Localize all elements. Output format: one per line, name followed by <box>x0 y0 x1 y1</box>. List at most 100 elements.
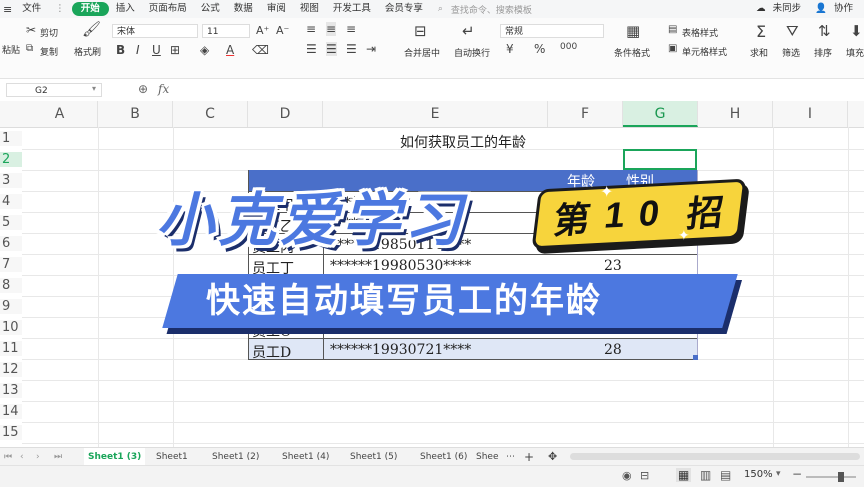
row-header-5[interactable]: 5 <box>0 215 22 230</box>
fill-handle[interactable] <box>693 355 698 360</box>
row-header-14[interactable]: 14 <box>0 404 22 419</box>
fill-button[interactable]: 填充 <box>846 46 864 59</box>
merge-center-button[interactable]: 合并居中 <box>404 46 440 59</box>
name-box[interactable]: G2 <box>6 83 102 97</box>
row-header-15[interactable]: 15 <box>0 425 22 440</box>
zoom-out-icon[interactable]: − <box>792 467 802 481</box>
sync-icon[interactable]: ☁ <box>749 0 773 18</box>
tab-sheet-more[interactable]: Shee <box>476 448 499 466</box>
merge-icon[interactable]: ⊟ <box>414 22 427 40</box>
search-icon[interactable]: ⌕ <box>438 4 443 14</box>
cell-age[interactable]: 23 <box>604 258 622 274</box>
col-header-g[interactable]: G <box>623 101 698 127</box>
horizontal-scrollbar[interactable] <box>570 453 860 460</box>
table-style-icon[interactable]: ▤ <box>668 24 677 35</box>
sync-status[interactable]: 未同步 <box>773 0 809 18</box>
paste-button[interactable]: 粘贴 <box>2 43 20 56</box>
font-shrink-button[interactable]: A⁻ <box>276 24 289 37</box>
first-sheet-icon[interactable]: ⏮ <box>4 448 12 466</box>
more-sheets-button[interactable]: ⋯ <box>506 448 515 466</box>
menu-icon[interactable]: ≡ <box>0 3 15 16</box>
cell-style-button[interactable]: 单元格样式 <box>682 45 727 58</box>
italic-button[interactable]: I <box>136 43 140 57</box>
tab-review[interactable]: 审阅 <box>260 0 293 18</box>
table-style-button[interactable]: 表格样式 <box>682 26 718 39</box>
cell-name[interactable]: 员工D <box>252 342 291 362</box>
collab-icon[interactable]: 👤 <box>808 0 834 18</box>
col-header-e[interactable]: E <box>323 101 548 127</box>
fill-color-icon[interactable]: ◈ <box>200 43 209 57</box>
tab-insert[interactable]: 插入 <box>109 0 142 18</box>
row-header-3[interactable]: 3 <box>0 173 22 188</box>
sum-button[interactable]: 求和 <box>750 46 768 59</box>
table-title[interactable]: 如何获取员工的年龄 <box>400 132 526 152</box>
copy-icon[interactable]: ⧉ <box>26 43 33 54</box>
eye-icon[interactable]: ◉ <box>622 469 632 482</box>
tab-developer[interactable]: 开发工具 <box>326 0 378 18</box>
font-color-icon[interactable]: A <box>226 43 234 57</box>
prev-sheet-icon[interactable]: ‹ <box>20 448 24 466</box>
bold-button[interactable]: B <box>116 43 125 57</box>
indent-icon[interactable]: ⇥ <box>366 42 376 56</box>
border-icon[interactable]: ⊞ <box>170 43 180 57</box>
col-header-b[interactable]: B <box>98 101 173 127</box>
col-header-f[interactable]: F <box>548 101 623 127</box>
command-search[interactable]: 查找命令、搜索模板 <box>451 3 532 16</box>
underline-button[interactable]: U <box>152 43 161 57</box>
sort-icon[interactable]: ⇅ <box>818 22 831 40</box>
tab-sheet1[interactable]: Sheet1 <box>156 448 188 466</box>
wrap-icon[interactable]: ↵ <box>462 22 475 40</box>
tab-start[interactable]: 开始 <box>71 2 109 16</box>
row-header-8[interactable]: 8 <box>0 278 22 293</box>
tab-page-layout[interactable]: 页面布局 <box>142 0 194 18</box>
col-header-a[interactable]: A <box>22 101 98 127</box>
tab-sheet1-5[interactable]: Sheet1 (5) <box>350 448 397 466</box>
font-grow-button[interactable]: A⁺ <box>256 24 269 37</box>
page-break-view-icon[interactable]: ▤ <box>720 468 731 482</box>
tab-view[interactable]: 视图 <box>293 0 326 18</box>
currency-button[interactable]: ¥ <box>506 42 514 56</box>
row-header-1[interactable]: 1 <box>0 131 22 146</box>
row-header-7[interactable]: 7 <box>0 257 22 272</box>
font-size-select[interactable]: 11 <box>202 24 250 38</box>
col-header-d[interactable]: D <box>248 101 323 127</box>
row-header-9[interactable]: 9 <box>0 299 22 314</box>
row-header-10[interactable]: 10 <box>0 320 22 335</box>
conditional-format-icon[interactable]: ▦ <box>626 22 640 40</box>
fx-icon[interactable]: fx <box>158 82 169 96</box>
sum-icon[interactable]: Σ <box>756 22 766 41</box>
row-header-11[interactable]: 11 <box>0 341 22 356</box>
col-header-c[interactable]: C <box>173 101 248 127</box>
align-middle-icon[interactable]: ≡ <box>326 22 337 36</box>
align-left-icon[interactable]: ☰ <box>306 42 317 56</box>
clear-format-icon[interactable]: ⌫ <box>252 43 269 57</box>
menu-file[interactable]: 文件 <box>15 0 48 18</box>
selected-cell-g2[interactable] <box>623 149 697 170</box>
wrap-text-button[interactable]: 自动换行 <box>454 46 490 59</box>
tab-sheet1-4[interactable]: Sheet1 (4) <box>282 448 329 466</box>
collab-button[interactable]: 协作 <box>834 0 860 18</box>
cell-age[interactable]: 28 <box>604 342 622 358</box>
row-header-2[interactable]: 2 <box>0 152 22 167</box>
conditional-format-button[interactable]: 条件格式 <box>614 46 650 59</box>
zoom-dropdown-icon[interactable]: ▾ <box>776 469 781 479</box>
align-center-icon[interactable]: ☰ <box>326 42 337 56</box>
tab-member[interactable]: 会员专享 <box>378 0 430 18</box>
layout-icon[interactable]: ⊟ <box>640 469 649 482</box>
row-header-6[interactable]: 6 <box>0 236 22 251</box>
page-layout-view-icon[interactable]: ▥ <box>700 468 711 482</box>
cell-id[interactable]: ******19930721**** <box>330 342 471 358</box>
zoom-slider[interactable] <box>806 476 856 478</box>
align-right-icon[interactable]: ☰ <box>346 42 357 56</box>
normal-view-icon[interactable]: ▦ <box>676 468 692 482</box>
filter-icon[interactable]: ⛛ <box>786 22 799 40</box>
scissors-icon[interactable]: ✂ <box>26 23 36 37</box>
cut-button[interactable]: 剪切 <box>40 26 58 39</box>
cell-style-icon[interactable]: ▣ <box>668 43 677 54</box>
thousands-icon[interactable]: 000 <box>560 42 577 52</box>
tab-data[interactable]: 数据 <box>227 0 260 18</box>
copy-button[interactable]: 复制 <box>40 45 58 58</box>
format-painter-icon[interactable]: 🖌 <box>82 20 101 38</box>
zoom-slider-handle[interactable] <box>838 472 844 482</box>
fill-icon[interactable]: ⬇ <box>850 22 863 40</box>
